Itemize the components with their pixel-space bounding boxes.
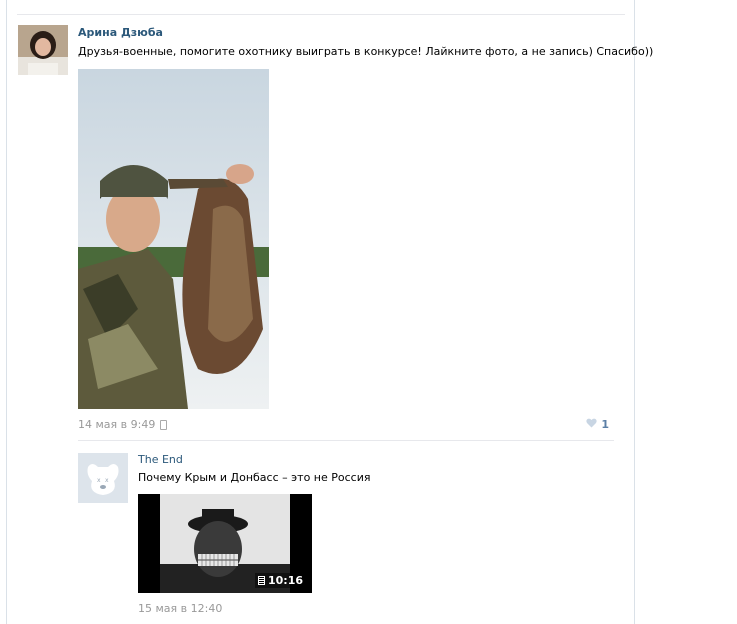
vk-dog-avatar-icon[interactable]: x x	[78, 453, 128, 503]
post-timestamp[interactable]: 14 мая в 9:49	[78, 418, 168, 431]
film-icon	[257, 576, 265, 585]
phone-icon	[160, 419, 168, 430]
reply-divider	[78, 440, 614, 441]
reply-text: Почему Крым и Донбасс – это не Россия	[138, 471, 371, 484]
post-text: Друзья-военные, помогите охотнику выигра…	[78, 45, 654, 58]
video-duration-text: 10:16	[267, 574, 303, 587]
reply-timestamp[interactable]: 15 мая в 12:40	[138, 602, 222, 615]
like-count: 1	[601, 418, 609, 431]
post-photo[interactable]	[78, 69, 269, 409]
video-thumbnail[interactable]: 10:16	[138, 494, 312, 593]
like-button[interactable]: 1	[586, 418, 609, 431]
video-duration: 10:16	[254, 573, 306, 588]
post-timestamp-text: 14 мая в 9:49	[78, 418, 156, 431]
author-avatar[interactable]	[18, 25, 68, 75]
top-divider	[17, 14, 625, 15]
heart-icon	[586, 418, 597, 431]
post-author-link[interactable]: Арина Дзюба	[78, 26, 163, 39]
reply-author-link[interactable]: The End	[138, 453, 183, 466]
svg-text:x: x	[97, 477, 101, 484]
svg-text:x: x	[105, 477, 109, 484]
